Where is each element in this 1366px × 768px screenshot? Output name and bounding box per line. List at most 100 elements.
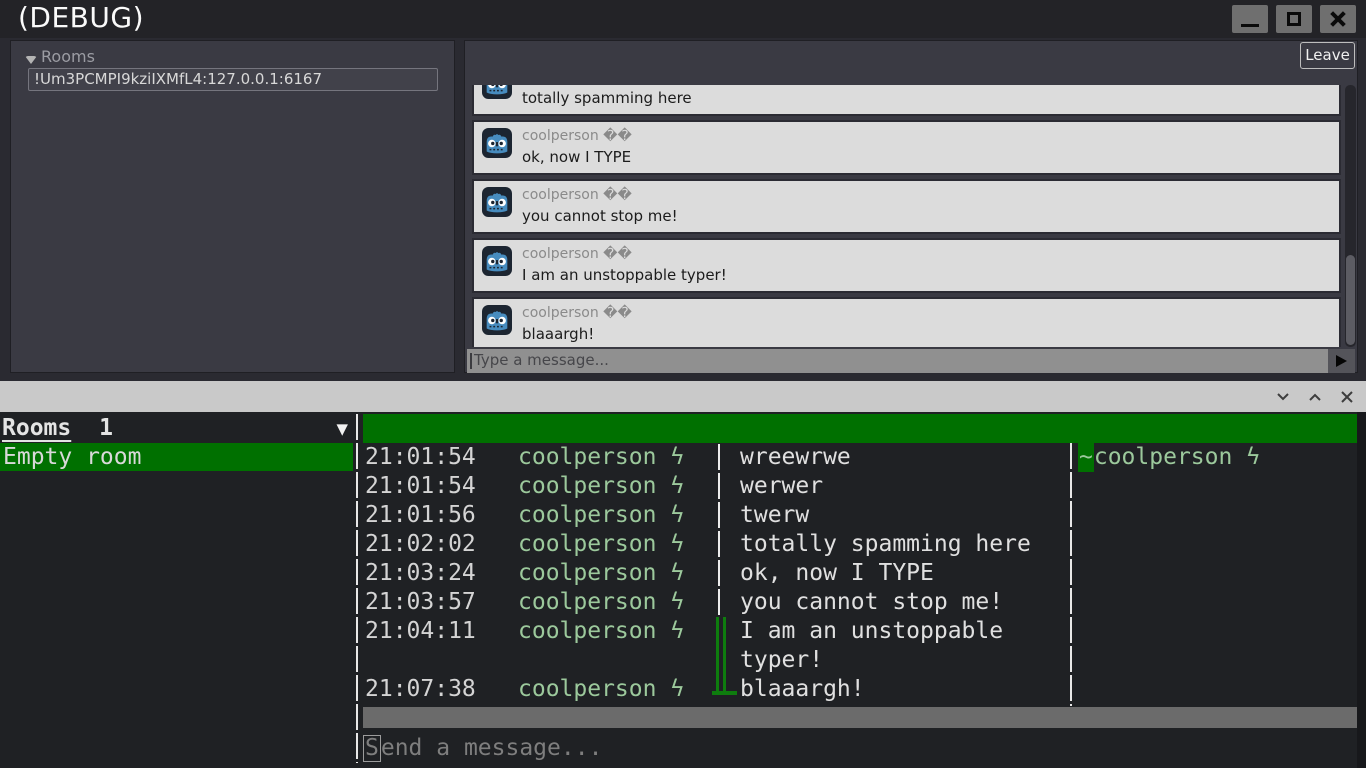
terminal-cursor: S (363, 735, 381, 762)
terminal-rooms-header[interactable]: Rooms 1 ▼ (2, 414, 356, 443)
line-time (363, 646, 518, 675)
panel-close-icon[interactable] (1338, 388, 1356, 406)
chat-message-input[interactable]: Type a message... (467, 349, 1329, 373)
terminal-line-list[interactable]: 21:01:54 coolperson ϟ wreewrwe 21:01:54 … (363, 443, 1357, 704)
tree-collapse-icon[interactable] (25, 56, 37, 64)
line-time: 21:07:38 (365, 676, 476, 702)
minimize-icon (1241, 23, 1259, 27)
member-list-item[interactable]: ~coolperson ϟ (1078, 443, 1260, 472)
terminal-line[interactable]: 21:07:38 coolperson ϟ blaaargh! (363, 675, 1357, 704)
line-marker (712, 675, 740, 704)
line-text: blaaargh! (740, 676, 865, 702)
window-titlebar: (DEBUG) (0, 0, 1366, 38)
line-time: 21:01:54 (365, 444, 476, 470)
chat-scrollbar[interactable] (1345, 85, 1356, 347)
chat-message-list[interactable]: coolperson �� totally spamming here cool… (472, 85, 1343, 347)
chat-message-card[interactable]: coolperson �� totally spamming here (472, 85, 1341, 116)
terminal-line[interactable]: typer! (363, 646, 1357, 675)
chat-message-card[interactable]: coolperson �� ok, now I TYPE (472, 120, 1341, 175)
terminal-rooms-count: 1 (99, 415, 113, 441)
rooms-tree-label: Rooms (41, 47, 95, 66)
line-author: coolperson ϟ (518, 560, 685, 586)
line-marker (716, 501, 740, 530)
rooms-panel: Rooms !Um3PCMPI9kziIXMfL4:127.0.0.1:6167 (10, 40, 455, 373)
member-bolt-icon: ϟ (1246, 444, 1261, 470)
minimize-button[interactable] (1232, 5, 1268, 33)
message-author: coolperson �� (522, 128, 632, 144)
terminal-message-input[interactable]: Send a message... (363, 734, 602, 763)
rooms-separator (356, 414, 358, 763)
line-text: totally spamming here (740, 531, 1031, 557)
line-author (518, 646, 716, 675)
message-text: blaaargh! (522, 325, 595, 343)
chat-message-card[interactable]: coolperson �� you cannot stop me! (472, 179, 1341, 234)
line-marker (716, 559, 740, 588)
terminal-rooms-label: Rooms (2, 415, 72, 441)
send-button[interactable] (1328, 349, 1355, 373)
line-marker (716, 646, 740, 675)
message-author: coolperson �� (522, 187, 632, 203)
window-title: (DEBUG) (18, 1, 144, 34)
chevron-down-icon[interactable] (1274, 388, 1292, 406)
line-text: twerw (740, 502, 810, 528)
message-author: coolperson �� (522, 246, 632, 262)
line-text: you cannot stop me! (740, 589, 1004, 615)
line-time: 21:04:11 (365, 618, 476, 644)
line-author: coolperson ϟ (518, 473, 685, 499)
terminal-status-bar (363, 707, 1357, 728)
maximize-icon (1287, 12, 1301, 26)
message-text: ok, now I TYPE (522, 148, 632, 166)
line-time: 21:03:24 (365, 560, 476, 586)
godot-avatar-icon (482, 187, 512, 217)
text-caret (470, 353, 472, 369)
chat-message-card[interactable]: coolperson �� I am an unstoppable typer! (472, 238, 1341, 293)
chat-input-placeholder: Type a message... (474, 351, 609, 369)
terminal-line[interactable]: 21:02:02 coolperson ϟ totally spamming h… (363, 530, 1357, 559)
godot-avatar-icon (482, 246, 512, 276)
room-topic-bar (363, 414, 1357, 443)
message-text: you cannot stop me! (522, 207, 678, 225)
line-author: coolperson ϟ (518, 676, 685, 702)
line-marker (716, 443, 740, 472)
room-tree-item[interactable]: !Um3PCMPI9kziIXMfL4:127.0.0.1:6167 (28, 68, 438, 91)
chat-message-card[interactable]: coolperson �� blaaargh! (472, 297, 1341, 347)
line-text: typer! (740, 647, 824, 673)
terminal-line[interactable]: 21:01:54 coolperson ϟ werwer (363, 472, 1357, 501)
terminal-line[interactable]: 21:03:57 coolperson ϟ you cannot stop me… (363, 588, 1357, 617)
members-separator (1070, 443, 1072, 706)
close-button[interactable] (1320, 5, 1356, 33)
line-author: coolperson ϟ (518, 589, 685, 615)
terminal-room-selected[interactable]: Empty room (0, 443, 353, 471)
close-icon (1329, 10, 1347, 28)
line-author: coolperson ϟ (518, 444, 685, 470)
line-time: 21:02:02 (365, 531, 476, 557)
member-power-prefix: ~ (1078, 443, 1094, 472)
message-author: coolperson �� (522, 305, 632, 321)
line-time: 21:03:57 (365, 589, 476, 615)
bottom-panel-titlebar (0, 381, 1366, 412)
line-author: coolperson ϟ (518, 618, 685, 644)
maximize-button[interactable] (1276, 5, 1312, 33)
line-marker (716, 617, 740, 646)
godot-avatar-icon (482, 85, 512, 99)
debug-window: (DEBUG) Rooms !Um3PCMPI9kziIXMfL4:127.0.… (0, 0, 1366, 381)
chat-scrollbar-thumb[interactable] (1346, 255, 1355, 345)
leave-button[interactable]: Leave (1300, 42, 1355, 69)
line-marker (716, 472, 740, 501)
line-text: I am an unstoppable (740, 618, 1004, 644)
chat-panel: Leave coolperson �� totally spamming her… (464, 40, 1358, 373)
line-time: 21:01:54 (365, 473, 476, 499)
member-name: coolperson (1093, 444, 1233, 470)
terminal-line[interactable]: 21:01:56 coolperson ϟ twerw (363, 501, 1357, 530)
terminal-line[interactable]: 21:04:11 coolperson ϟ I am an unstoppabl… (363, 617, 1357, 646)
terminal-input-placeholder: end a message... (380, 735, 603, 761)
terminal-panel[interactable]: Rooms 1 ▼ Empty room 21:01:54 coolperson… (0, 412, 1366, 768)
godot-avatar-icon (482, 305, 512, 335)
chevron-up-icon[interactable] (1306, 388, 1324, 406)
terminal-line[interactable]: 21:03:24 coolperson ϟ ok, now I TYPE (363, 559, 1357, 588)
line-author: coolperson ϟ (518, 502, 685, 528)
terminal-right-margin (1357, 412, 1366, 768)
message-text: I am an unstoppable typer! (522, 266, 727, 284)
line-time: 21:01:56 (365, 502, 476, 528)
rooms-dropdown-icon[interactable]: ▼ (337, 415, 348, 444)
